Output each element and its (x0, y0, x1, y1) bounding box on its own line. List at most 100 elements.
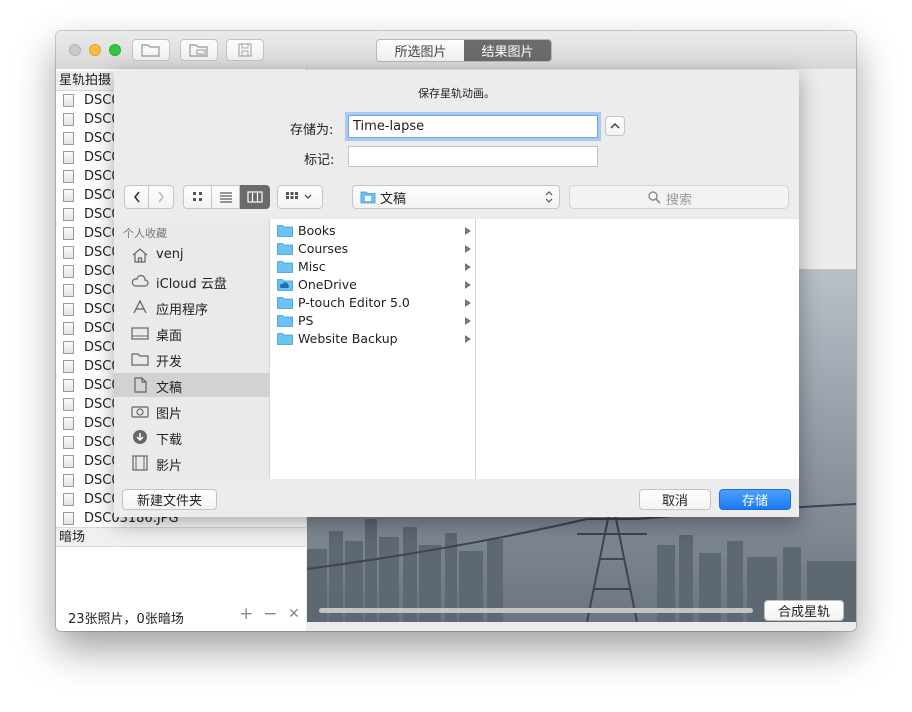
sidebar-item-label: 桌面 (156, 329, 183, 344)
forward-button[interactable] (149, 185, 174, 209)
image-file-icon (63, 227, 74, 240)
tags-field[interactable] (348, 146, 598, 167)
title-bar: 所选图片 结果图片 (56, 31, 856, 70)
sidebar-item-label: 文稿 (156, 381, 183, 396)
image-file-icon (63, 455, 74, 468)
close-window-button[interactable] (69, 44, 81, 56)
dark-frames-header: 暗场 (56, 527, 306, 547)
photo-count-status: 23张照片，0张暗场 (68, 612, 184, 627)
icon-view-button[interactable] (183, 185, 212, 209)
folder-icon (277, 243, 293, 255)
sidebar-item[interactable]: 开发 (114, 347, 269, 371)
camera-icon (131, 406, 149, 418)
image-file-icon (63, 151, 74, 164)
image-file-icon (63, 303, 74, 316)
desktop-icon (131, 327, 149, 340)
tab-selected-photos[interactable]: 所选图片 (377, 40, 464, 61)
folder-name: Misc (298, 259, 326, 274)
collapse-button[interactable] (605, 116, 625, 136)
image-file-icon (63, 322, 74, 335)
folder-row[interactable]: Website Backup (270, 330, 475, 348)
folder-row[interactable]: Misc (270, 258, 475, 276)
remove-photo-button[interactable]: − (263, 604, 277, 624)
group-view-dropdown[interactable] (277, 185, 323, 209)
grid-view-icon (192, 192, 202, 201)
sidebar-item[interactable]: iCloud 云盘 (114, 269, 269, 293)
open-folder-icon (141, 44, 160, 57)
list-view-button[interactable] (212, 185, 240, 209)
new-folder-button[interactable]: 新建文件夹 (122, 489, 217, 510)
folder-name: P-touch Editor 5.0 (298, 295, 410, 310)
sidebar-item-label: 下载 (156, 433, 183, 448)
sidebar-item[interactable]: venj (114, 243, 269, 267)
sidebar-item[interactable]: 影片 (114, 451, 269, 475)
folder-icon (189, 44, 208, 57)
minimize-window-button[interactable] (89, 44, 101, 56)
open-folder-button[interactable] (132, 39, 170, 61)
folder-icon (360, 191, 376, 204)
image-file-icon (63, 379, 74, 392)
image-file-icon (63, 493, 74, 506)
chevron-right-icon (158, 191, 165, 203)
sidebar-item[interactable]: 图片 (114, 399, 269, 423)
home-icon (132, 248, 148, 263)
image-file-icon (63, 189, 74, 202)
save-disk-icon (238, 43, 252, 57)
film-icon (132, 455, 148, 471)
back-button[interactable] (124, 185, 149, 209)
location-dropdown[interactable]: 文稿 (352, 185, 560, 209)
zoom-window-button[interactable] (109, 44, 121, 56)
column-view-icon (247, 191, 263, 203)
sidebar-item[interactable]: 应用程序 (114, 295, 269, 319)
save-as-value: Time-lapse (353, 119, 425, 134)
sidebar-item-label: venj (156, 247, 184, 262)
folder-icon (277, 261, 293, 273)
sidebar-item[interactable]: 文稿 (114, 373, 269, 397)
image-file-icon (63, 512, 74, 525)
image-file-icon (63, 341, 74, 354)
search-field[interactable]: 搜索 (569, 185, 789, 209)
folder-name: Website Backup (298, 331, 398, 346)
sidebar-item[interactable]: 下载 (114, 425, 269, 449)
folder-row[interactable]: Courses (270, 240, 475, 258)
add-folder-button[interactable] (180, 39, 218, 61)
view-segmented-control: 所选图片 结果图片 (376, 39, 552, 62)
tab-result-photos[interactable]: 结果图片 (464, 40, 551, 61)
tags-label: 标记: (304, 153, 335, 168)
disclosure-arrow-icon (465, 299, 471, 307)
column-browser: Books Courses Misc OneDrive P-touch Editor 5… (269, 219, 799, 479)
make-star-trails-button[interactable]: 合成星轨 (764, 600, 844, 621)
image-file-icon (63, 474, 74, 487)
documents-column: Books Courses Misc OneDrive P-touch Editor 5… (270, 219, 476, 479)
favorites-sidebar: 个人收藏 venj iCloud 云盘 应用程序 桌面 开发 文稿 图片 下载 影片 (114, 219, 269, 479)
image-file-icon (63, 284, 74, 297)
folder-icon (277, 315, 293, 327)
folder-row[interactable]: PS (270, 312, 475, 330)
image-file-icon (63, 398, 74, 411)
cloud-folder-icon (277, 279, 293, 291)
sidebar-item-label: 影片 (156, 459, 183, 474)
folder-row[interactable]: P-touch Editor 5.0 (270, 294, 475, 312)
disclosure-arrow-icon (465, 281, 471, 289)
sidebar-item-label: 开发 (156, 355, 183, 370)
image-file-icon (63, 94, 74, 107)
folder-icon (277, 333, 293, 345)
cancel-button[interactable]: 取消 (639, 489, 711, 510)
save-sheet: 保存星轨动画。 存储为: Time-lapse 标记: 文稿 搜索 个人收藏 v… (114, 70, 799, 517)
search-icon (648, 191, 661, 204)
list-view-icon (219, 192, 232, 203)
image-file-icon (63, 132, 74, 145)
folder-row[interactable]: Books (270, 222, 475, 240)
folder-row[interactable]: OneDrive (270, 276, 475, 294)
add-photo-button[interactable]: + (239, 604, 253, 624)
folder-icon (277, 297, 293, 309)
sidebar-item[interactable]: 桌面 (114, 321, 269, 345)
clear-photos-button[interactable]: ✕ (288, 606, 300, 622)
column-view-button[interactable] (240, 185, 270, 209)
updown-chevron-icon (545, 191, 553, 203)
save-as-field[interactable]: Time-lapse (348, 115, 598, 138)
save-button-toolbar[interactable] (226, 39, 264, 61)
chevron-up-icon (610, 122, 620, 129)
save-button[interactable]: 存储 (719, 489, 791, 510)
image-file-icon (63, 170, 74, 183)
